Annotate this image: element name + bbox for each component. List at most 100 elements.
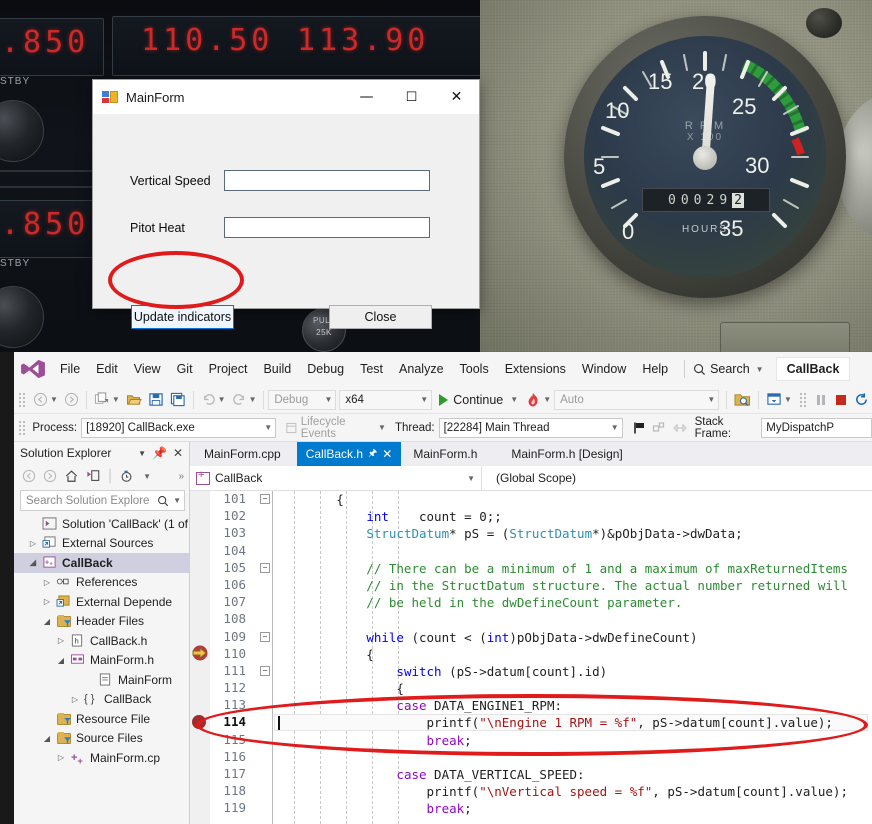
tree-node-resource-files[interactable]: Resource File <box>14 709 189 729</box>
breakpoint-icon[interactable] <box>192 715 206 729</box>
pin-icon[interactable]: 📌 <box>152 446 167 460</box>
chevron-down-icon[interactable]: ▼ <box>510 395 518 404</box>
navigate-forward-button[interactable] <box>61 389 82 411</box>
hot-reload-button[interactable]: ▼ <box>522 389 554 411</box>
close-button[interactable]: Close <box>329 305 432 329</box>
process-auto-dropdown[interactable]: Auto ▼ <box>554 390 719 410</box>
tree-node-references[interactable]: ▷ References <box>14 573 189 593</box>
editor-tab-strip[interactable]: MainForm.cpp CallBack.h 🖈 ✕ MainForm.h M… <box>190 442 872 466</box>
code-line[interactable]: 115 break; <box>190 732 872 749</box>
menu-build[interactable]: Build <box>255 358 299 380</box>
overflow-icon[interactable]: » <box>178 471 189 482</box>
menu-file[interactable]: File <box>52 358 88 380</box>
tab-mainform-h[interactable]: MainForm.h <box>401 442 489 466</box>
tree-node-mainform-h[interactable]: ◢ MainForm.h <box>14 651 189 671</box>
toolbar-grip[interactable] <box>18 392 25 408</box>
tree-node-callback-h[interactable]: ▷ h CallBack.h <box>14 631 189 651</box>
code-line[interactable]: 114 printf("\nEngine 1 RPM = %f", pS->da… <box>190 714 872 731</box>
vs-standard-toolbar[interactable]: ▼ ▼ <box>14 386 872 414</box>
code-surface[interactable]: 101− {102 int count = 0;;103 StructDatum… <box>190 491 872 824</box>
chevron-down-icon[interactable]: ▼ <box>784 395 792 404</box>
undo-button[interactable]: ▼ <box>198 389 229 411</box>
menu-help[interactable]: Help <box>634 358 676 380</box>
solution-explorer-header-icons[interactable]: ▼ 📌 ✕ <box>138 446 189 460</box>
expander-icon[interactable]: ◢ <box>28 558 38 567</box>
code-line[interactable]: 101− { <box>190 491 872 508</box>
live-share-button[interactable]: ▼ <box>763 389 795 411</box>
expander-icon[interactable]: ◢ <box>42 617 52 626</box>
restart-debugging-button[interactable] <box>851 389 872 411</box>
fold-toggle-icon[interactable]: − <box>260 563 270 573</box>
vs-project-chip[interactable]: CallBack <box>776 357 851 381</box>
save-button[interactable] <box>145 389 167 411</box>
continue-button[interactable]: Continue ▼ <box>435 393 522 407</box>
save-all-button[interactable] <box>167 389 189 411</box>
chevron-down-icon[interactable]: ▼ <box>611 423 619 432</box>
expander-icon[interactable]: ◢ <box>42 734 52 743</box>
expander-icon[interactable]: ▷ <box>56 636 66 645</box>
chevron-down-icon[interactable]: ▼ <box>420 395 428 404</box>
thread-dropdown[interactable]: [22284] Main Thread ▼ <box>439 418 623 438</box>
mainform-titlebar[interactable]: MainForm — ☐ ✕ <box>93 80 479 115</box>
code-line[interactable]: 103 StructDatum* pS = (StructDatum*)&pOb… <box>190 525 872 542</box>
mainform-window-buttons[interactable]: — ☐ ✕ <box>344 80 479 115</box>
menu-project[interactable]: Project <box>201 358 256 380</box>
menu-edit[interactable]: Edit <box>88 358 126 380</box>
chevron-down-icon[interactable]: ▼ <box>543 395 551 404</box>
tab-mainform-cpp[interactable]: MainForm.cpp <box>190 442 297 466</box>
break-all-button[interactable] <box>811 389 831 411</box>
expander-icon[interactable]: ◢ <box>56 656 66 665</box>
tree-node-mainform-cpp[interactable]: ▷ ++ MainForm.cp <box>14 748 189 768</box>
solution-config-dropdown[interactable]: Debug ▼ <box>268 390 336 410</box>
open-file-button[interactable] <box>123 389 145 411</box>
close-icon[interactable]: ✕ <box>382 447 392 461</box>
tree-node-solution[interactable]: Solution 'CallBack' (1 of <box>14 514 189 534</box>
solution-platform-dropdown[interactable]: x64 ▼ <box>339 390 432 410</box>
menu-tools[interactable]: Tools <box>452 358 497 380</box>
chevron-down-icon[interactable]: ▼ <box>218 395 226 404</box>
pitot-heat-input[interactable] <box>224 217 430 238</box>
expander-icon[interactable]: ▷ <box>28 539 38 548</box>
fold-toggle-icon[interactable]: − <box>260 494 270 504</box>
close-icon[interactable]: ✕ <box>434 80 479 115</box>
chevron-down-icon[interactable]: ▼ <box>707 395 715 404</box>
tree-node-external-dependencies[interactable]: ▷ External Depende <box>14 592 189 612</box>
close-icon[interactable]: ✕ <box>173 446 183 460</box>
tree-node-external-sources[interactable]: ▷ External Sources <box>14 534 189 554</box>
stack-frame-dropdown[interactable]: MyDispatchP <box>761 418 872 438</box>
menu-window[interactable]: Window <box>574 358 634 380</box>
new-project-button[interactable]: ▼ <box>91 389 123 411</box>
code-line-list[interactable]: 101− {102 int count = 0;;103 StructDatum… <box>190 491 872 818</box>
pin-icon[interactable]: 🖈 <box>368 446 377 463</box>
switch-views-icon[interactable] <box>86 469 101 483</box>
vs-menu-bar[interactable]: File Edit View Git Project Build Debug T… <box>14 352 872 386</box>
code-line[interactable]: 111− switch (pS->datum[count].id) <box>190 663 872 680</box>
chevron-down-icon[interactable]: ▼ <box>324 395 332 404</box>
toolbar-grip-2[interactable] <box>799 392 806 408</box>
chevron-down-icon[interactable]: ▼ <box>467 474 481 483</box>
code-line[interactable]: 109− while (count < (int)pObjData->dwDef… <box>190 629 872 646</box>
navigate-backward-button[interactable]: ▼ <box>30 389 61 411</box>
menu-git[interactable]: Git <box>169 358 201 380</box>
type-scope-dropdown[interactable]: CallBack ▼ <box>190 466 482 490</box>
toggle-flagged-button[interactable] <box>669 417 691 439</box>
vs-search-box[interactable]: Search ▼ <box>693 362 764 376</box>
forward-arrow-icon[interactable] <box>43 469 57 483</box>
code-line[interactable]: 105− // There can be a minimum of 1 and … <box>190 560 872 577</box>
menu-test[interactable]: Test <box>352 358 391 380</box>
code-line[interactable]: 110 { <box>190 646 872 663</box>
chevron-down-icon[interactable]: ▼ <box>249 395 257 404</box>
code-line[interactable]: 112 { <box>190 680 872 697</box>
menu-extensions[interactable]: Extensions <box>497 358 574 380</box>
code-line[interactable]: 106 // in the StructDatum structure. The… <box>190 577 872 594</box>
vertical-speed-input[interactable] <box>224 170 430 191</box>
home-icon[interactable] <box>64 469 79 483</box>
back-arrow-icon[interactable] <box>22 469 36 483</box>
expander-icon[interactable]: ▷ <box>56 753 66 762</box>
code-line[interactable]: 118 printf("\nVertical speed = %f", pS->… <box>190 783 872 800</box>
flag-thread-button[interactable] <box>629 417 649 439</box>
debugbar-grip[interactable] <box>18 420 25 436</box>
code-line[interactable]: 104 <box>190 543 872 560</box>
lifecycle-events-button[interactable]: Lifecycle Events ▼ <box>282 417 389 439</box>
minimize-icon[interactable]: — <box>344 80 389 115</box>
